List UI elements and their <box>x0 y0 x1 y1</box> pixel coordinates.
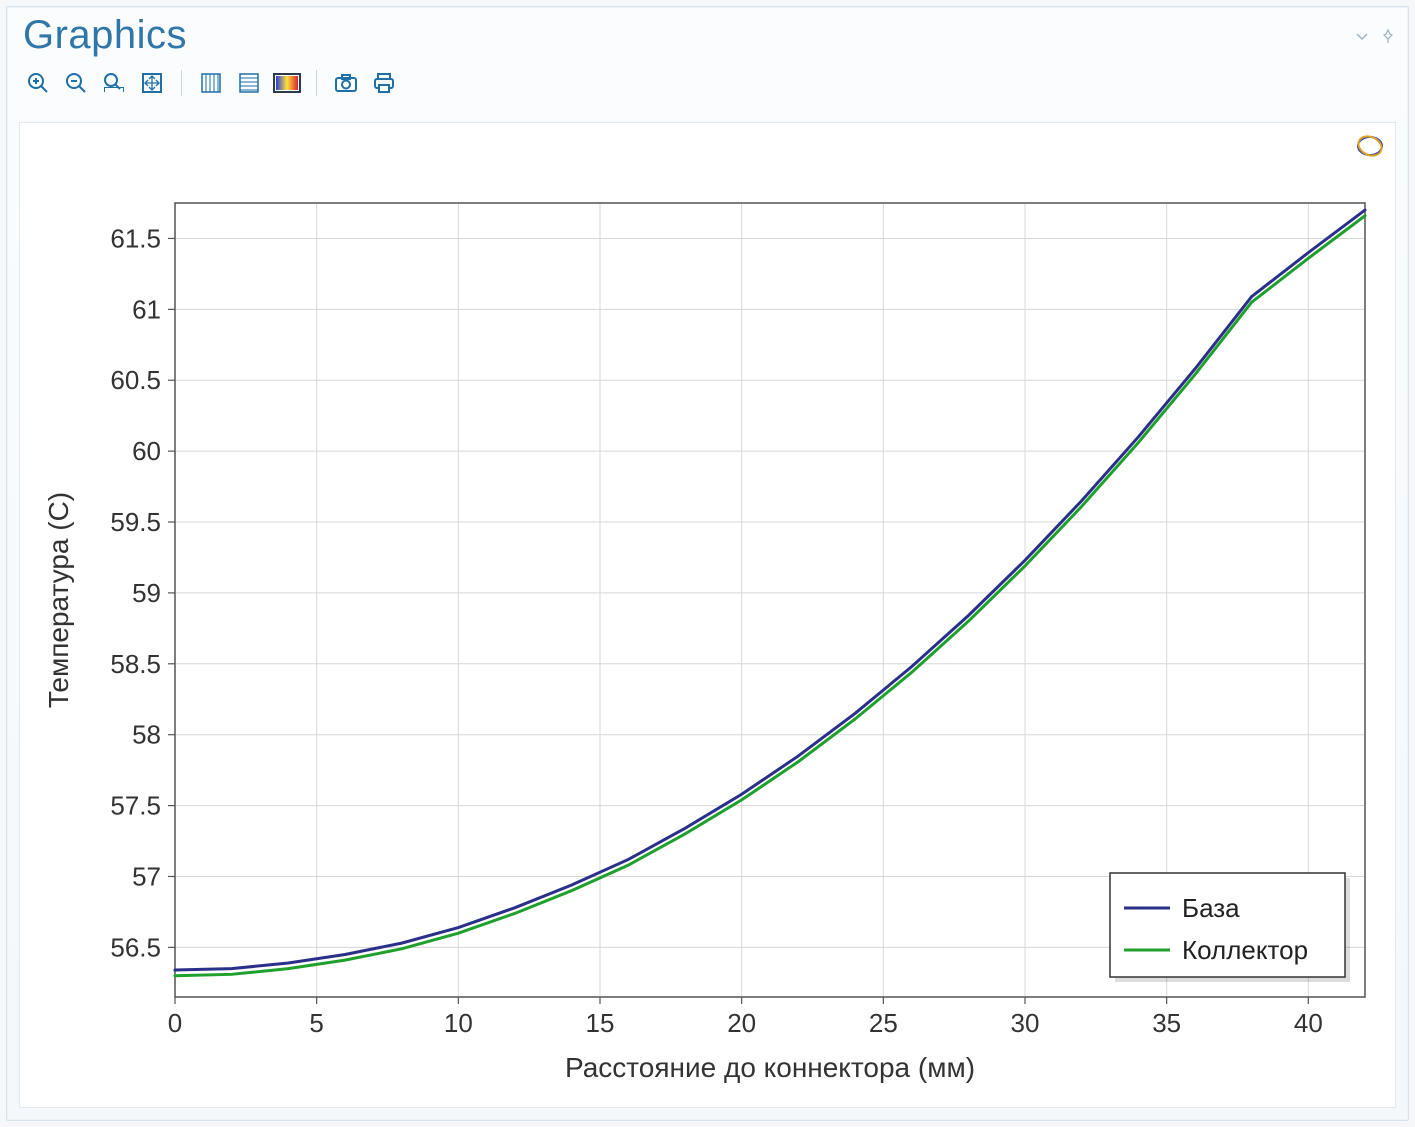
y-tick-label: 58 <box>132 720 161 750</box>
print-button[interactable] <box>369 68 399 98</box>
x-tick-label: 25 <box>869 1008 898 1038</box>
zoom-in-button[interactable] <box>23 68 53 98</box>
legend-label: Коллектор <box>1182 935 1308 965</box>
panel-header-controls <box>1354 28 1396 44</box>
x-tick-label: 0 <box>168 1008 182 1038</box>
y-tick-label: 56.5 <box>110 932 161 962</box>
pin-icon[interactable] <box>1380 28 1396 44</box>
y-tick-label: 57.5 <box>110 791 161 821</box>
x-tick-label: 10 <box>444 1008 473 1038</box>
grid-vertical-button[interactable] <box>196 68 226 98</box>
x-tick-label: 20 <box>727 1008 756 1038</box>
y-tick-label: 60.5 <box>110 365 161 395</box>
zoom-extents-button[interactable] <box>137 68 167 98</box>
legend: База Коллектор <box>1110 873 1350 982</box>
y-tick-label: 61 <box>132 294 161 324</box>
x-tick-label: 30 <box>1011 1008 1040 1038</box>
y-tick-label: 59 <box>132 578 161 608</box>
y-tick-label: 57 <box>132 861 161 891</box>
y-tick-label: 60 <box>132 436 161 466</box>
x-tick-label: 40 <box>1294 1008 1323 1038</box>
plot-area[interactable]: 0 5 10 15 20 25 30 35 40 56.5 57 57.5 58 58.5 59 59.5 60… <box>19 122 1396 1108</box>
x-tick-label: 35 <box>1152 1008 1181 1038</box>
panel-header: Graphics <box>7 7 1408 58</box>
x-axis-label: Расстояние до коннектора (мм) <box>565 1052 975 1083</box>
zoom-box-button[interactable] <box>99 68 129 98</box>
comsol-logo-icon <box>1355 131 1385 161</box>
graphics-panel: Graphics <box>6 6 1409 1121</box>
y-axis-label: Температура (C) <box>43 492 74 708</box>
x-tick-label: 15 <box>586 1008 615 1038</box>
dropdown-icon[interactable] <box>1354 28 1370 44</box>
toolbar-separator <box>181 70 182 96</box>
graphics-toolbar <box>7 58 1408 112</box>
y-tick-label: 58.5 <box>110 649 161 679</box>
y-tick-label: 61.5 <box>110 223 161 253</box>
y-tick-label: 59.5 <box>110 507 161 537</box>
colorbar-button[interactable] <box>272 68 302 98</box>
panel-title: Graphics <box>23 13 187 58</box>
chart-svg: 0 5 10 15 20 25 30 35 40 56.5 57 57.5 58 58.5 59 59.5 60… <box>20 123 1395 1107</box>
legend-label: База <box>1182 893 1240 923</box>
grid-horizontal-button[interactable] <box>234 68 264 98</box>
toolbar-separator <box>316 70 317 96</box>
zoom-out-button[interactable] <box>61 68 91 98</box>
snapshot-button[interactable] <box>331 68 361 98</box>
x-tick-label: 5 <box>309 1008 323 1038</box>
